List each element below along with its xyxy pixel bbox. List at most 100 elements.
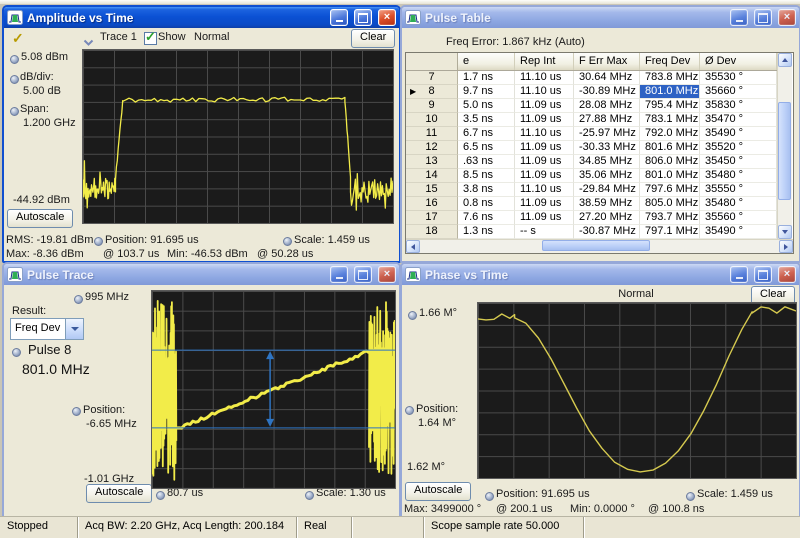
pulse-select-knob-icon[interactable]	[12, 348, 21, 357]
titlebar[interactable]: Amplitude vs Time ×	[4, 7, 399, 28]
table-cell[interactable]: 783.8 MHz	[640, 71, 700, 85]
titlebar[interactable]: Pulse Table ×	[402, 7, 799, 28]
table-cell[interactable]: 11.10 us	[515, 183, 574, 197]
position-label[interactable]: Position:	[83, 404, 125, 416]
table-cell[interactable]: -30.89 MHz	[574, 85, 640, 99]
table-cell[interactable]: -- s	[515, 225, 574, 239]
table-cell[interactable]: 797.6 MHz	[640, 183, 700, 197]
table-row[interactable]: 116.7 ns11.10 us-25.97 MHz792.0 MHz35490…	[406, 127, 777, 141]
table-cell[interactable]: 793.7 MHz	[640, 211, 700, 225]
position-knob-icon[interactable]	[405, 406, 414, 415]
table-row[interactable]: 71.7 ns11.10 us30.64 MHz783.8 MHz35530 °	[406, 71, 777, 85]
horizontal-scroll-thumb[interactable]	[542, 240, 650, 251]
table-cell[interactable]: 34.85 MHz	[574, 155, 640, 169]
row-number-cell[interactable]: 13	[406, 155, 458, 169]
table-cell[interactable]: 7.6 ns	[458, 211, 515, 225]
span-label[interactable]: Span:	[20, 103, 49, 115]
table-cell[interactable]: 5.0 ns	[458, 99, 515, 113]
dbdiv-label[interactable]: dB/div:	[20, 71, 54, 83]
table-cell[interactable]: -29.84 MHz	[574, 183, 640, 197]
top-reference-knob-icon[interactable]	[408, 311, 417, 320]
table-cell[interactable]: 11.09 us	[515, 211, 574, 225]
table-row[interactable]: 153.8 ns11.10 us-29.84 MHz797.6 MHz35550…	[406, 183, 777, 197]
table-cell[interactable]: 801.6 MHz	[640, 141, 700, 155]
scroll-down-button[interactable]	[778, 225, 792, 239]
close-button[interactable]: ×	[378, 266, 396, 283]
row-number-cell[interactable]: 14	[406, 169, 458, 183]
scroll-up-button[interactable]	[778, 53, 792, 67]
scale-knob-icon[interactable]	[305, 491, 314, 500]
row-number-cell[interactable]: 16	[406, 197, 458, 211]
table-cell[interactable]: 35660 °	[700, 85, 777, 99]
table-cell[interactable]: .63 ns	[458, 155, 515, 169]
table-cell[interactable]: 9.7 ns	[458, 85, 515, 99]
pulse-trace-plot[interactable]	[151, 290, 396, 489]
close-button[interactable]: ×	[378, 9, 396, 26]
table-cell[interactable]: 11.10 us	[515, 85, 574, 99]
row-number-cell[interactable]: 17	[406, 211, 458, 225]
table-cell[interactable]: 35490 °	[700, 127, 777, 141]
table-cell[interactable]: 11.09 us	[515, 113, 574, 127]
table-cell[interactable]: 1.3 ns	[458, 225, 515, 239]
table-cell[interactable]: 30.64 MHz	[574, 71, 640, 85]
table-cell[interactable]: 28.08 MHz	[574, 99, 640, 113]
result-dropdown[interactable]: Freq Dev	[10, 318, 84, 340]
minimize-button[interactable]	[330, 9, 348, 26]
show-checkbox[interactable]: ✓	[144, 32, 157, 45]
maximize-button[interactable]	[754, 9, 772, 26]
table-cell[interactable]: 805.0 MHz	[640, 197, 700, 211]
table-row[interactable]: 103.5 ns11.09 us27.88 MHz783.1 MHz35470 …	[406, 113, 777, 127]
titlebar[interactable]: Phase vs Time ×	[402, 264, 799, 285]
table-cell[interactable]: 35470 °	[700, 113, 777, 127]
phase-plot[interactable]	[477, 302, 797, 479]
top-reference-knob-icon[interactable]	[10, 55, 19, 64]
table-row[interactable]: 13.63 ns11.09 us34.85 MHz806.0 MHz35450 …	[406, 155, 777, 169]
top-reference-value[interactable]: 5.08 dBm	[21, 51, 68, 63]
x-position-readout[interactable]: Position: 91.695 us	[496, 488, 590, 500]
top-reference-value[interactable]: 1.66 M°	[419, 307, 457, 319]
table-cell[interactable]: 11.09 us	[515, 169, 574, 183]
column-header[interactable]: e	[458, 53, 515, 70]
table-cell[interactable]: 3.8 ns	[458, 183, 515, 197]
titlebar[interactable]: Pulse Trace ×	[4, 264, 399, 285]
scale-readout[interactable]: Scale: 1.459 us	[697, 488, 773, 500]
column-header[interactable]: Ø Dev	[700, 53, 777, 70]
table-row[interactable]: 8▶9.7 ns11.10 us-30.89 MHz801.0 MHz35660…	[406, 85, 777, 99]
table-cell[interactable]: 35560 °	[700, 211, 777, 225]
span-knob-icon[interactable]	[10, 107, 19, 116]
maximize-button[interactable]	[354, 266, 372, 283]
x-position-knob-icon[interactable]	[485, 492, 494, 501]
table-cell[interactable]: -25.97 MHz	[574, 127, 640, 141]
table-cell[interactable]: 11.09 us	[515, 141, 574, 155]
position-knob-icon[interactable]	[94, 237, 103, 246]
position-label[interactable]: Position:	[416, 403, 458, 415]
table-cell[interactable]: 3.5 ns	[458, 113, 515, 127]
table-cell[interactable]: 35450 °	[700, 155, 777, 169]
table-cell[interactable]: 8.5 ns	[458, 169, 515, 183]
autoscale-button[interactable]: Autoscale	[7, 209, 73, 228]
table-cell[interactable]: 783.1 MHz	[640, 113, 700, 127]
row-number-cell[interactable]: 15	[406, 183, 458, 197]
maximize-button[interactable]	[354, 9, 372, 26]
table-cell[interactable]: 11.10 us	[515, 71, 574, 85]
vertical-scroll-track[interactable]	[778, 67, 792, 225]
table-cell[interactable]: 27.88 MHz	[574, 113, 640, 127]
table-cell[interactable]: -30.87 MHz	[574, 225, 640, 239]
top-reference-value[interactable]: 995 MHz	[85, 291, 129, 303]
autoscale-button[interactable]: Autoscale	[405, 482, 471, 501]
table-row[interactable]: 95.0 ns11.09 us28.08 MHz795.4 MHz35830 °	[406, 99, 777, 113]
table-cell[interactable]: -30.33 MHz	[574, 141, 640, 155]
table-cell[interactable]: 35530 °	[700, 71, 777, 85]
dbdiv-knob-icon[interactable]	[10, 75, 19, 84]
top-reference-knob-icon[interactable]	[74, 295, 83, 304]
close-button[interactable]: ×	[778, 9, 796, 26]
horizontal-scrollbar[interactable]	[406, 239, 793, 253]
table-cell[interactable]: 801.0 MHz	[640, 169, 700, 183]
row-number-cell[interactable]: 10	[406, 113, 458, 127]
position-readout[interactable]: Position: 91.695 us	[105, 234, 199, 246]
pulse-number-label[interactable]: Pulse 8	[28, 342, 71, 357]
table-row[interactable]: 181.3 ns-- s-30.87 MHz797.1 MHz35490 °	[406, 225, 777, 239]
x-position-knob-icon[interactable]	[156, 491, 165, 500]
table-cell[interactable]: 0.8 ns	[458, 197, 515, 211]
table-cell[interactable]: 35480 °	[700, 197, 777, 211]
